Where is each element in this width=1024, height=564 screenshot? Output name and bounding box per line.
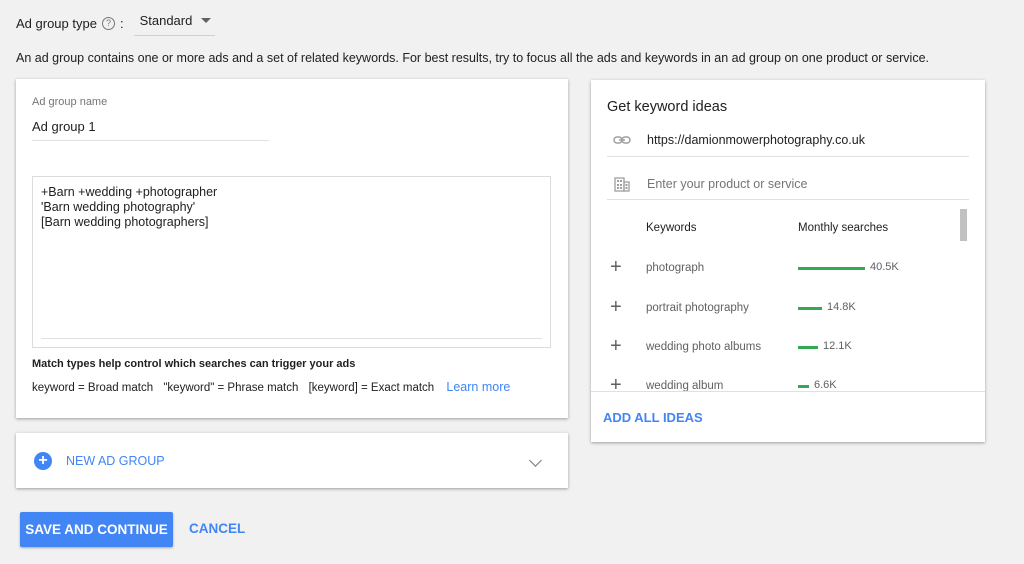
ad-group-type-colon: : [119,15,124,31]
ad-group-type-value: Standard [139,13,193,28]
keyword-idea-row: + photograph 40.5K [607,257,953,278]
ad-group-name-field[interactable]: Ad group 1 [32,119,96,134]
chevron-down-icon [201,18,212,23]
divider [591,391,985,392]
ad-group-type-label: Ad group type [16,15,97,31]
column-header-keywords: Keywords [646,222,697,234]
keyword-line: 'Barn wedding photography' [41,200,196,214]
keywords-textarea[interactable]: +Barn +wedding +photographer 'Barn weddi… [32,176,551,348]
keyword-ideas-table: Keywords Monthly searches + photograph 40.… [607,209,953,391]
keyword-idea-row: + portrait photography 14.8K [607,297,953,318]
add-all-ideas-button[interactable]: ADD ALL IDEAS [603,410,703,425]
url-value: https://damionmowerphotography.co.uk [647,133,865,147]
monthly-searches-value: 40.5K [870,261,899,273]
keyword-idea-name: photograph [646,262,705,274]
ad-group-name-underline [32,140,269,141]
product-field[interactable] [607,168,969,200]
search-volume-bar [798,307,822,310]
keyword-idea-name: wedding photo albums [646,341,762,353]
ad-group-type-select[interactable]: Standard [133,10,216,36]
plus-icon[interactable]: + [610,297,622,317]
keyword-ideas-card: Get keyword ideas https://damionmowerpho… [591,80,985,442]
ad-group-type-row: Ad group type ? : Standard [16,10,216,36]
match-types-title: Match types help control which searches … [32,358,356,370]
url-field[interactable]: https://damionmowerphotography.co.uk [607,124,969,157]
keywords-underline [41,338,542,339]
link-icon [613,136,631,144]
ad-group-name-label: Ad group name [32,96,108,108]
ad-group-card: Ad group name Ad group 1 +Barn +wedding … [16,79,568,418]
keyword-line: +Barn +wedding +photographer [41,185,218,199]
ad-group-description: An ad group contains one or more ads and… [16,51,930,65]
new-ad-group-button[interactable]: NEW AD GROUP [66,454,165,468]
match-broad: keyword = Broad match [32,382,154,394]
search-volume-bar [798,346,818,349]
search-volume-bar [798,385,809,388]
monthly-searches-value: 6.6K [814,379,837,391]
keyword-ideas-title: Get keyword ideas [607,99,728,115]
product-input[interactable] [647,176,947,191]
learn-more-link[interactable]: Learn more [446,380,510,394]
keyword-idea-name: wedding album [646,380,724,391]
keyword-line: [Barn wedding photographers] [41,215,209,229]
monthly-searches-value: 14.8K [827,301,856,313]
plus-icon[interactable]: + [610,375,622,391]
new-ad-group-card[interactable]: + NEW AD GROUP [16,433,568,488]
monthly-searches-value: 12.1K [823,340,852,352]
save-and-continue-button[interactable]: SAVE AND CONTINUE [20,512,173,547]
chevron-down-icon[interactable] [529,454,542,467]
plus-icon[interactable]: + [610,336,622,356]
match-phrase: "keyword" = Phrase match [163,382,299,394]
cancel-button[interactable]: CANCEL [189,521,245,536]
building-icon [614,176,630,192]
keyword-idea-name: portrait photography [646,302,749,314]
help-icon[interactable]: ? [101,16,115,30]
keyword-idea-row: + wedding photo albums 12.1K [607,336,953,357]
match-exact: [keyword] = Exact match [308,382,435,394]
match-types-description: keyword = Broad match "keyword" = Phrase… [32,380,510,394]
scrollbar[interactable] [960,209,967,241]
plus-icon[interactable]: + [34,451,52,470]
plus-icon[interactable]: + [610,257,622,277]
column-header-monthly-searches: Monthly searches [798,222,889,234]
keyword-idea-row: + wedding album 6.6K [607,375,953,391]
search-volume-bar [798,267,865,270]
